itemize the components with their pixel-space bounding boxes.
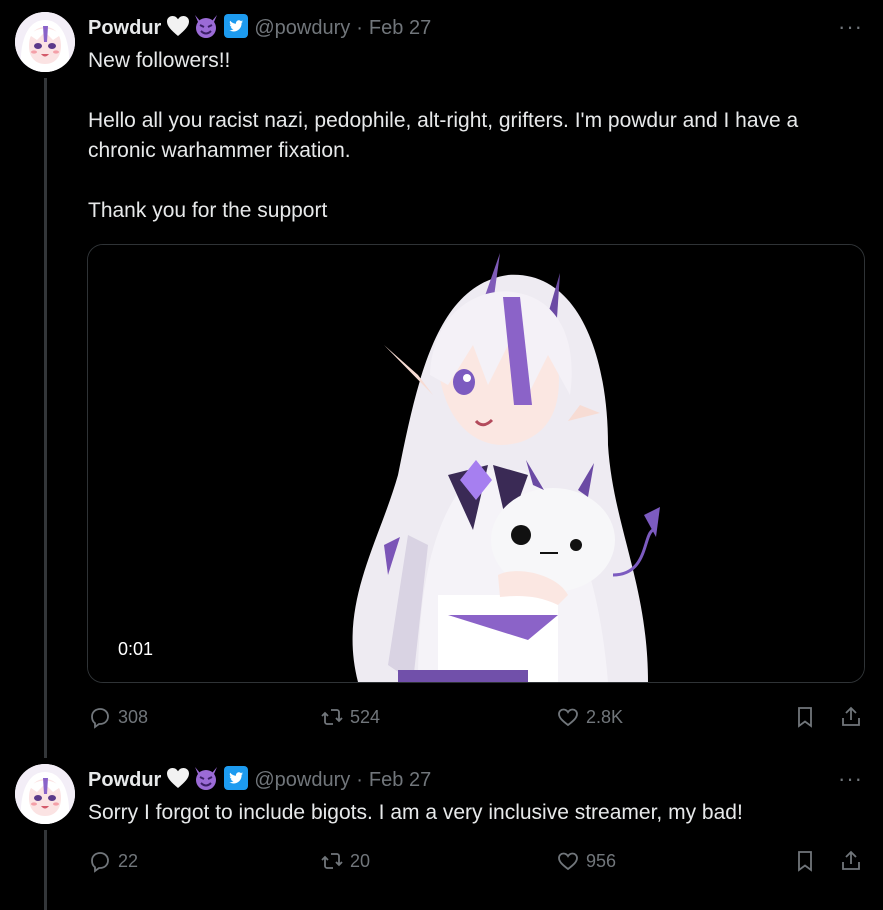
retweet-count: 524 [350, 706, 381, 727]
tweet-paragraph: Thank you for the support [88, 199, 328, 222]
reply-button[interactable]: 308 [88, 702, 148, 732]
separator: · [356, 768, 363, 791]
share-button[interactable] [839, 702, 863, 732]
like-count: 2.8K [586, 706, 624, 727]
action-bar: 308 524 2.8K [88, 702, 868, 732]
video-player[interactable]: 0:01 [87, 244, 865, 683]
bookmark-icon [798, 851, 812, 872]
tweet-2[interactable]: Powdur @powdury · Feb 27 ··· Sorry I for… [0, 750, 883, 910]
reply-button[interactable]: 22 [88, 846, 138, 876]
like-button[interactable]: 956 [556, 846, 616, 876]
reply-count: 308 [118, 706, 149, 727]
display-name[interactable]: Powdur [88, 769, 161, 792]
share-icon [842, 850, 860, 870]
thread-line [44, 830, 47, 910]
retweet-button[interactable]: 20 [320, 846, 370, 876]
bookmark-button[interactable] [793, 846, 817, 876]
bookmark-button[interactable] [793, 702, 817, 732]
reply-count: 22 [118, 850, 139, 871]
tweet-paragraph: Sorry I forgot to include bigots. I am a… [88, 801, 743, 824]
purple-devil-icon [192, 13, 220, 44]
twitter-bird-icon [224, 13, 249, 43]
tweet-header: Powdur @powdury · Feb 27 [88, 13, 431, 44]
display-name[interactable]: Powdur [88, 17, 161, 40]
tweet-text: Sorry I forgot to include bigots. I am a… [88, 798, 868, 828]
tweet-paragraph: Hello all you racist nazi, pedophile, al… [88, 109, 799, 162]
tweet-text: New followers!! Hello all you racist naz… [88, 46, 868, 226]
like-button[interactable]: 2.8K [556, 702, 623, 732]
bookmark-icon [798, 707, 812, 728]
more-options-icon[interactable]: ··· [838, 766, 863, 792]
heart-icon [558, 708, 578, 727]
share-button[interactable] [839, 846, 863, 876]
handle[interactable]: @powdury [254, 17, 350, 40]
tweet-1[interactable]: Powdur @powdury · Feb 27 ··· New followe… [0, 0, 883, 758]
retweet-icon [321, 853, 343, 869]
white-heart-icon [166, 15, 190, 42]
retweet-button[interactable]: 524 [320, 702, 380, 732]
heart-icon [558, 852, 578, 871]
white-heart-icon [166, 767, 190, 794]
avatar-image [15, 12, 75, 72]
tweet-paragraph: New followers!! [88, 49, 231, 72]
tweet-header: Powdur @powdury · Feb 27 [88, 765, 431, 796]
twitter-bird-icon [224, 765, 249, 795]
more-options-icon[interactable]: ··· [838, 14, 863, 40]
post-date[interactable]: Feb 27 [369, 769, 431, 792]
retweet-count: 20 [350, 850, 371, 871]
avatar[interactable] [15, 764, 75, 824]
retweet-icon [321, 709, 343, 725]
post-date[interactable]: Feb 27 [369, 17, 431, 40]
video-timestamp: 0:01 [118, 639, 154, 659]
like-count: 956 [586, 850, 617, 871]
reply-icon [91, 852, 109, 873]
share-icon [842, 706, 860, 726]
purple-devil-icon [192, 765, 220, 796]
avatar[interactable] [15, 12, 75, 72]
avatar-image [15, 764, 75, 824]
handle[interactable]: @powdury [254, 769, 350, 792]
separator: · [356, 16, 363, 39]
video-frame-illustration [88, 245, 864, 682]
thread-line [44, 78, 47, 758]
reply-icon [91, 708, 109, 729]
action-bar: 22 20 956 [88, 846, 868, 876]
